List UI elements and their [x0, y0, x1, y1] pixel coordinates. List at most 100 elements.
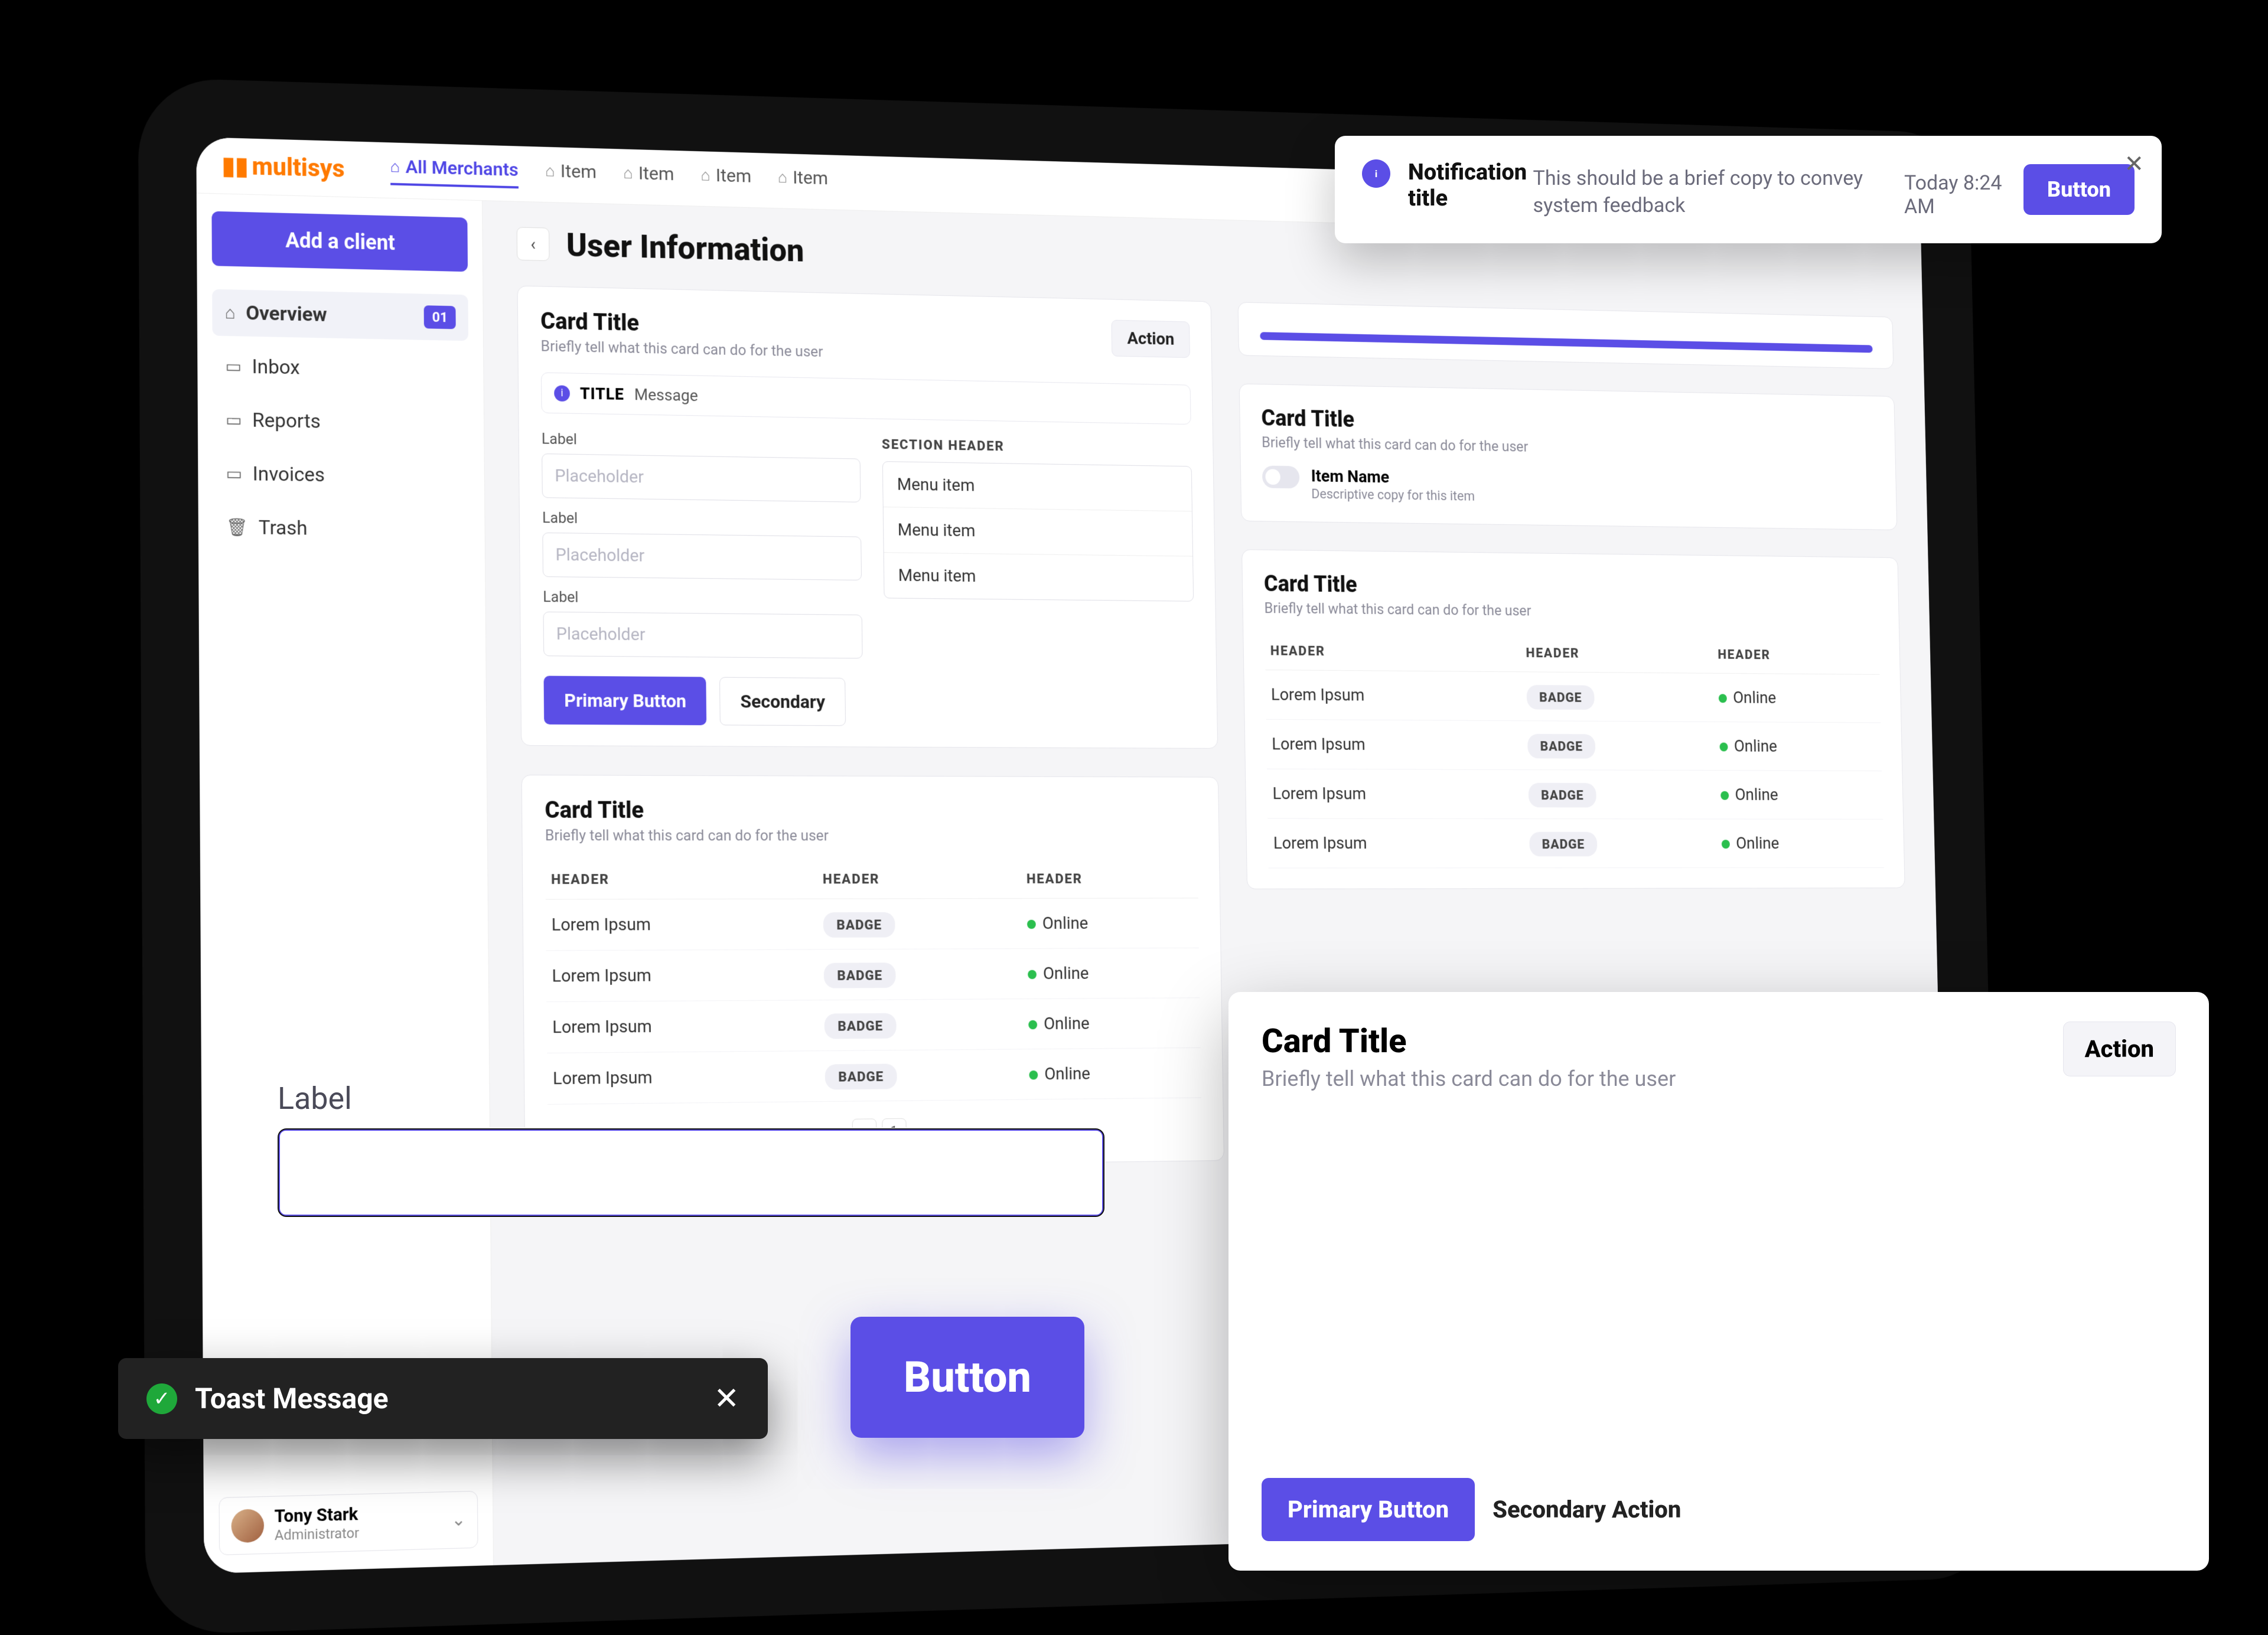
user-menu[interactable]: Tony Stark Administrator ⌄	[219, 1491, 478, 1555]
status-dot-icon	[1027, 920, 1036, 929]
menu-item[interactable]: Menu item	[884, 553, 1193, 601]
status-dot-icon	[1028, 1020, 1037, 1030]
status-dot-icon	[1722, 840, 1730, 848]
table-row[interactable]: Lorem Ipsum BADGE Online	[1265, 670, 1881, 723]
table-header: HEADER	[1265, 631, 1521, 671]
table-row[interactable]: Lorem Ipsum BADGE Online	[546, 948, 1200, 1001]
table-row[interactable]: Lorem Ipsum BADGE Online	[1266, 719, 1882, 771]
table-row[interactable]: Lorem Ipsum BADGE Online	[1267, 818, 1884, 868]
item-name: Item Name	[1311, 466, 1475, 488]
tab-label: Item	[561, 160, 597, 182]
info-icon: i	[554, 385, 570, 402]
badge: BADGE	[1529, 783, 1596, 808]
secondary-action-button[interactable]: Secondary Action	[1493, 1496, 1681, 1523]
notification-toast: ✕ i Notification title This should be a …	[1335, 136, 2162, 243]
trash-icon: 🗑	[226, 517, 249, 538]
cell-text: Lorem Ipsum	[546, 899, 818, 951]
card-title: Card Title	[1262, 1022, 1676, 1060]
cell-text: Lorem Ipsum	[1266, 719, 1523, 769]
field-label: Label	[278, 1081, 1104, 1117]
table-row[interactable]: Lorem Ipsum BADGE Online	[546, 898, 1199, 951]
folder-icon: ▭	[226, 464, 242, 484]
floating-card: Card Title Briefly tell what this card c…	[1228, 992, 2209, 1571]
table-row[interactable]: Lorem Ipsum BADGE Online	[1267, 769, 1883, 819]
close-button[interactable]: ✕	[713, 1381, 739, 1417]
left-column: Card Title Briefly tell what this card c…	[517, 286, 1224, 1170]
text-input-2[interactable]	[542, 533, 861, 580]
close-button[interactable]: ✕	[2124, 150, 2144, 178]
tab-item-2[interactable]: ⌂ Item	[623, 162, 674, 193]
sidebar-item-trash[interactable]: 🗑 Trash	[213, 504, 470, 553]
badge: BADGE	[824, 962, 896, 988]
home-icon: ⌂	[545, 161, 555, 180]
card-subtitle: Briefly tell what this card can do for t…	[1262, 434, 1528, 455]
menu-item[interactable]: Menu item	[883, 507, 1192, 556]
menu-item[interactable]: Menu item	[882, 462, 1192, 511]
item-description: Descriptive copy for this item	[1311, 486, 1475, 504]
text-input-3[interactable]	[543, 612, 863, 659]
banner-message: Message	[634, 385, 698, 405]
text-input-1[interactable]	[542, 453, 861, 502]
info-icon: i	[1362, 159, 1390, 188]
close-icon: ✕	[713, 1381, 739, 1417]
primary-button[interactable]: Primary Button	[543, 676, 706, 726]
table-row[interactable]: Lorem Ipsum BADGE Online	[546, 998, 1200, 1053]
home-icon: ⌂	[700, 165, 710, 184]
primary-button[interactable]: Primary Button	[1262, 1478, 1475, 1541]
table-header: HEADER	[545, 860, 817, 900]
badge: BADGE	[825, 1013, 897, 1039]
sidebar-item-invoices[interactable]: ▭ Invoices	[213, 450, 470, 500]
table-header: HEADER	[1712, 635, 1880, 674]
card-subtitle: Briefly tell what this card can do for t…	[1262, 1066, 1676, 1091]
table-header: HEADER	[1021, 859, 1198, 898]
toggle-switch[interactable]	[1262, 465, 1300, 488]
table-card-right: Card Title Briefly tell what this card c…	[1241, 549, 1905, 889]
tab-item-4[interactable]: ⌂ Item	[778, 166, 829, 197]
status-text: Online	[1736, 834, 1780, 853]
user-meta: Tony Stark Administrator	[275, 1504, 360, 1543]
tab-item-1[interactable]: ⌂ Item	[545, 159, 597, 191]
page-title: User Information	[566, 226, 804, 270]
cell-text: Lorem Ipsum	[1265, 670, 1521, 721]
floating-primary-button[interactable]: Button	[850, 1317, 1084, 1438]
card-subtitle: Briefly tell what this card can do for t…	[1264, 600, 1531, 619]
cell-text: Lorem Ipsum	[1267, 769, 1524, 818]
notification-button[interactable]: Button	[2023, 164, 2135, 215]
sidebar-item-inbox[interactable]: ▭ Inbox	[213, 342, 469, 394]
status-dot-icon	[1719, 743, 1728, 752]
sidebar-item-label: Overview	[246, 302, 327, 327]
check-circle-icon: ✓	[146, 1383, 177, 1414]
menu-list: Menu item Menu item Menu item	[882, 461, 1194, 602]
tab-all-merchants[interactable]: ⌂ All Merchants	[390, 155, 518, 189]
back-button[interactable]: ‹	[517, 227, 550, 261]
tab-label: All Merchants	[405, 156, 518, 181]
badge: BADGE	[1529, 832, 1597, 857]
tab-item-3[interactable]: ⌂ Item	[700, 164, 751, 194]
secondary-button[interactable]: Secondary	[719, 677, 846, 726]
folder-icon: ▭	[225, 356, 242, 377]
sidebar-item-label: Reports	[252, 409, 321, 433]
card-action-button[interactable]: Action	[1112, 320, 1190, 358]
card-action-button[interactable]: Action	[2063, 1022, 2176, 1076]
sidebar-item-label: Invoices	[253, 462, 325, 487]
notification-message: This should be a brief copy to convey sy…	[1533, 165, 1904, 220]
status-dot-icon	[1720, 791, 1729, 800]
folder-icon: ▭	[226, 410, 242, 430]
sidebar-item-overview[interactable]: ⌂ Overview 01	[212, 289, 468, 341]
info-banner: i TITLE Message	[541, 373, 1191, 425]
field-label: Label	[542, 430, 860, 453]
progress-card	[1238, 302, 1894, 369]
home-icon: ⌂	[623, 163, 633, 182]
toast-message: Toast Message	[195, 1382, 696, 1415]
sidebar-item-reports[interactable]: ▭ Reports	[213, 396, 469, 447]
close-icon: ✕	[2124, 150, 2144, 178]
chevron-down-icon: ⌄	[451, 1509, 466, 1530]
floating-text-input[interactable]	[278, 1128, 1104, 1217]
badge: BADGE	[1527, 685, 1595, 710]
status-text: Online	[1735, 785, 1778, 805]
sidebar-nav: ⌂ Overview 01 ▭ Inbox ▭ Reports ▭	[212, 289, 470, 554]
brand-name: multisys	[252, 152, 344, 183]
notification-title: Notification title	[1408, 159, 1533, 220]
add-client-button[interactable]: Add a client	[211, 211, 468, 272]
table-header: HEADER	[1520, 634, 1713, 673]
